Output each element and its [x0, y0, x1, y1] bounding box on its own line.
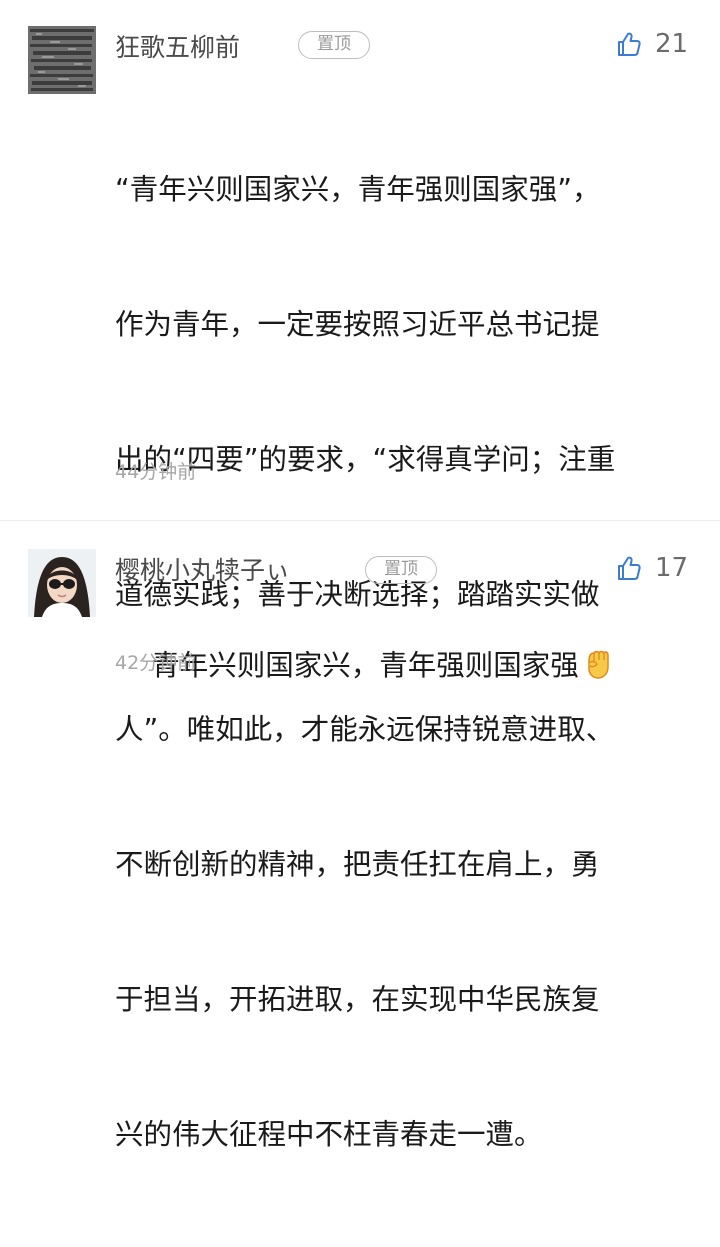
comment-text-line: 出的“四要”的要求，“求得真学问；注重 — [115, 443, 616, 476]
pinned-badge: 置顶 — [365, 556, 437, 584]
like-count: 17 — [655, 553, 689, 583]
comment-text-line: 不断创新的精神，把责任扛在肩上，勇 — [115, 848, 600, 881]
comment-timestamp: 44分钟前 — [115, 461, 197, 483]
comment-username[interactable]: 樱桃小丸犊子ぃ — [115, 558, 290, 583]
comment-text-line: 兴的伟大征程中不枉青春走一遭。 — [115, 1118, 543, 1151]
comment-timestamp: 42分钟前 — [115, 652, 197, 674]
comment-text-line: 作为青年，一定要按照习近平总书记提 — [115, 308, 600, 341]
like-button[interactable]: 21 — [617, 29, 688, 59]
comment-text: 青年兴则国家兴，青年强则国家强 — [115, 598, 687, 739]
like-button[interactable]: 17 — [617, 553, 688, 583]
comment-text-line: “青年兴则国家兴，青年强则国家强”， — [115, 173, 601, 206]
comment-item-2: 樱桃小丸犊子ぃ 置顶 17 青年兴则国家兴，青年强则国家强 42分钟前 — [0, 521, 720, 693]
comment-text-line: 于担当，开拓进取，在实现中华民族复 — [115, 983, 600, 1016]
like-count: 21 — [655, 29, 689, 59]
raised-fist-emoji — [581, 645, 617, 694]
user-avatar[interactable] — [28, 549, 96, 617]
pinned-badge: 置顶 — [298, 31, 370, 59]
comment-item-1: 狂歌五柳前 置顶 21 “青年兴则国家兴，青年强则国家强”， 作为青年，一定要按… — [0, 0, 720, 1151]
comment-username[interactable]: 狂歌五柳前 — [115, 35, 240, 60]
comment-text-content: 青年兴则国家兴，青年强则国家强 — [151, 649, 579, 682]
thumbs-up-icon — [618, 556, 641, 580]
user-avatar[interactable] — [28, 26, 96, 94]
thumbs-up-icon — [618, 32, 641, 56]
